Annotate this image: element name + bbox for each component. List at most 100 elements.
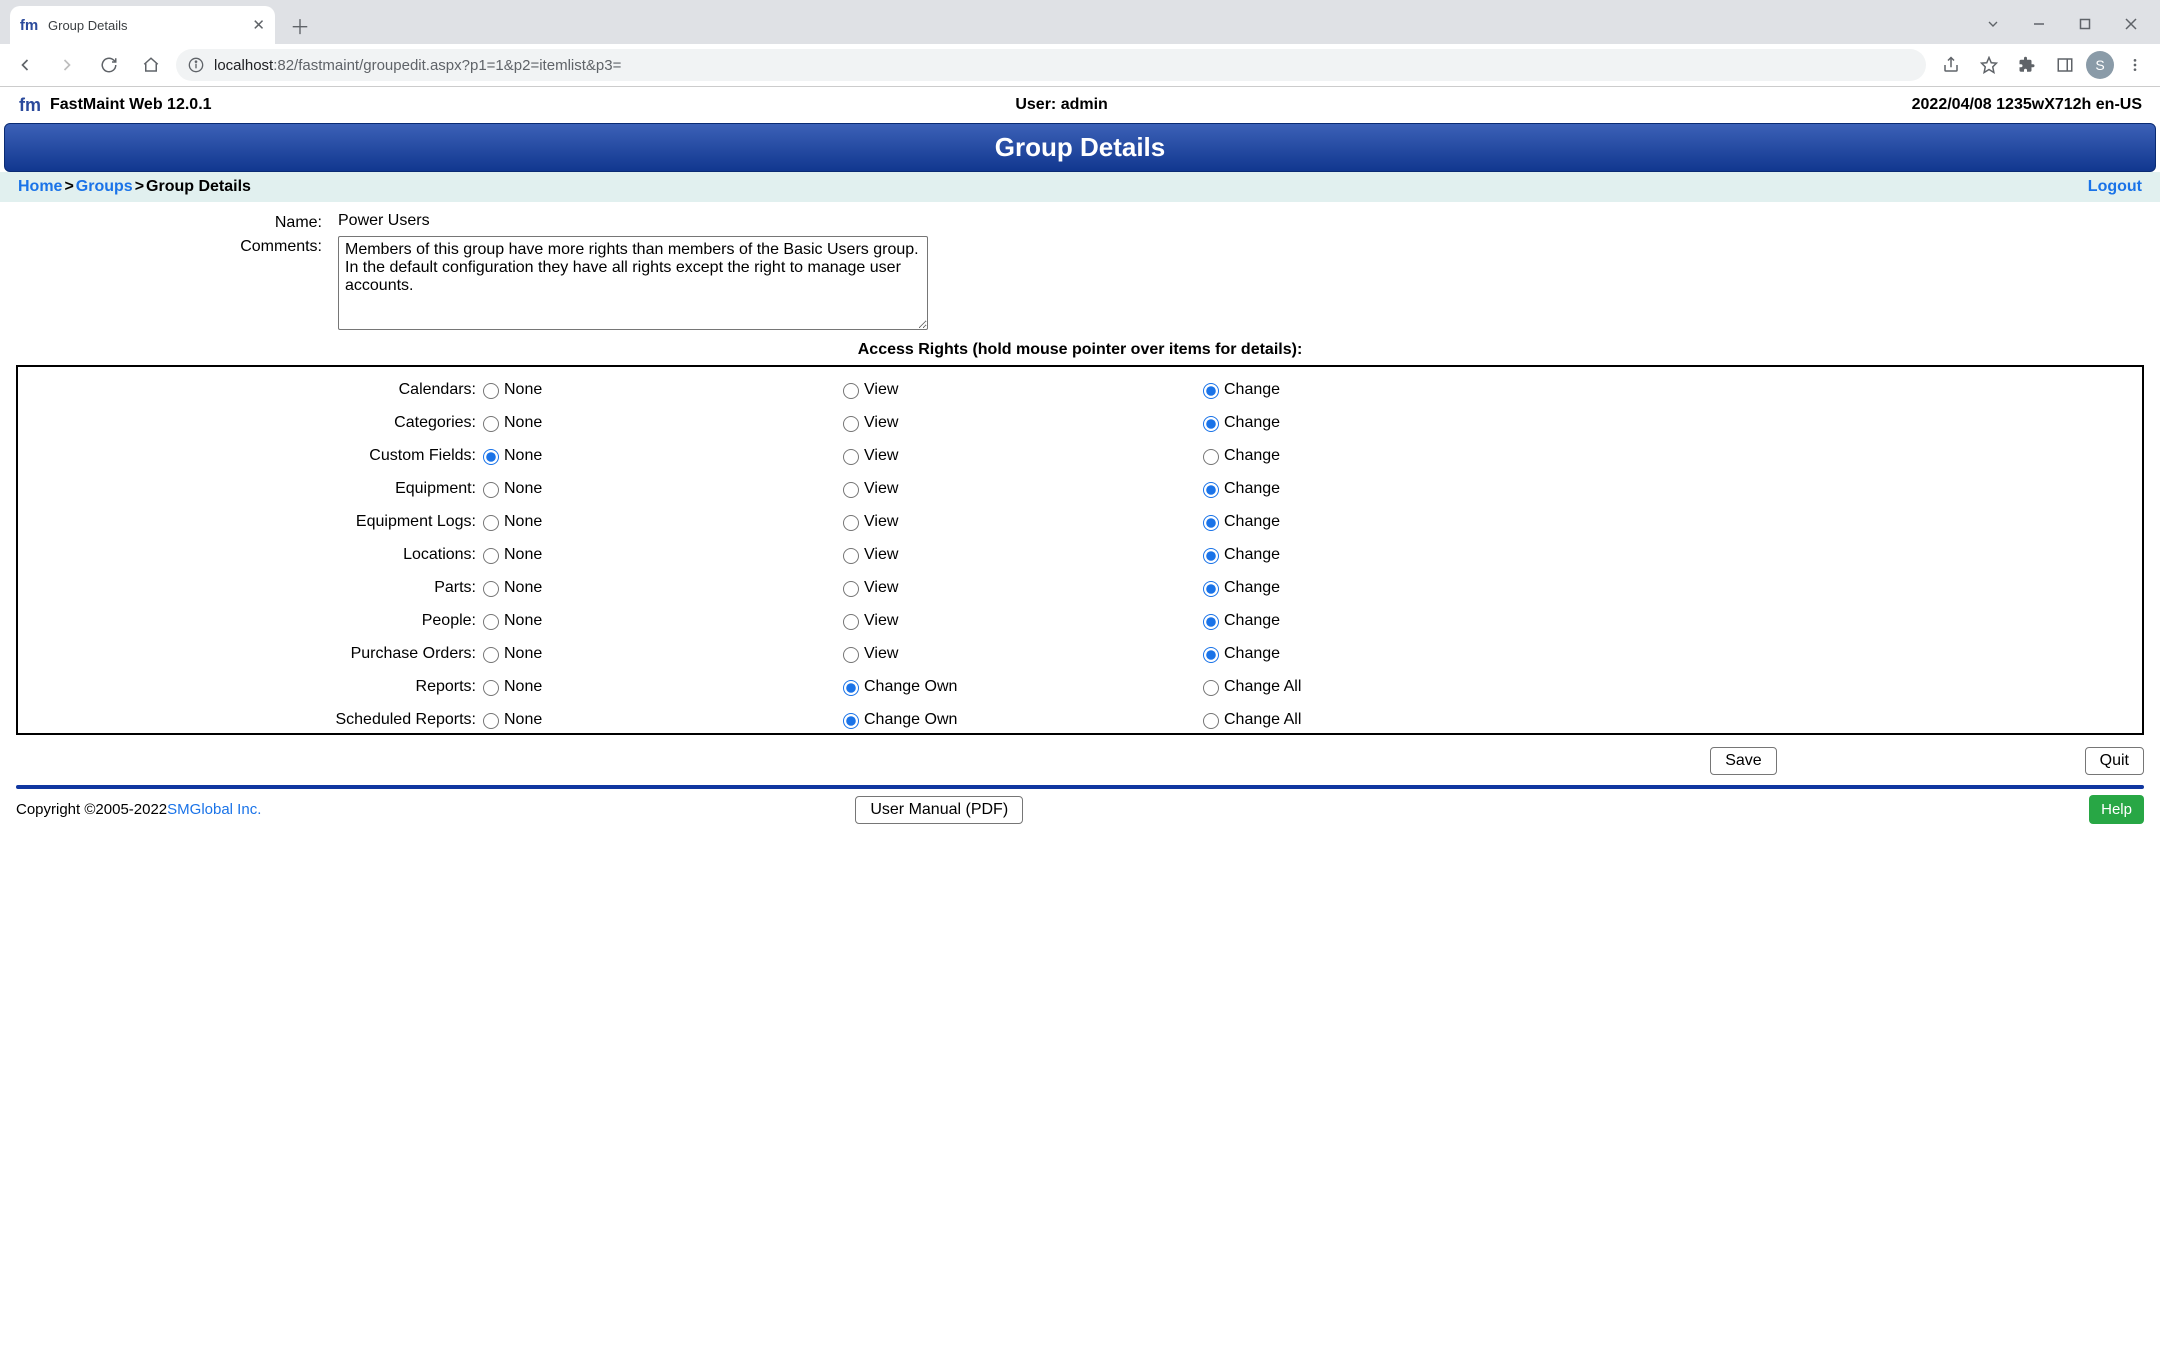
rights-radio[interactable]: [1203, 614, 1219, 630]
rights-option[interactable]: None: [478, 710, 838, 729]
rights-option[interactable]: None: [478, 380, 838, 399]
crumb-home[interactable]: Home: [18, 178, 62, 196]
rights-radio[interactable]: [843, 680, 859, 696]
rights-radio[interactable]: [843, 548, 859, 564]
rights-radio[interactable]: [483, 680, 499, 696]
rights-option[interactable]: View: [838, 380, 1198, 399]
rights-option[interactable]: View: [838, 413, 1198, 432]
rights-option[interactable]: View: [838, 578, 1198, 597]
close-tab-icon[interactable]: ✕: [252, 16, 265, 34]
rights-option[interactable]: Change All: [1198, 710, 2134, 729]
rights-radio[interactable]: [843, 449, 859, 465]
rights-option[interactable]: Change: [1198, 380, 2134, 399]
rights-radio[interactable]: [483, 482, 499, 498]
rights-radio[interactable]: [843, 614, 859, 630]
rights-option[interactable]: None: [478, 479, 838, 498]
rights-header: Access Rights (hold mouse pointer over i…: [18, 341, 2142, 359]
rights-option[interactable]: None: [478, 545, 838, 564]
rights-option[interactable]: Change Own: [838, 710, 1198, 729]
share-icon[interactable]: [1934, 48, 1968, 82]
rights-radio[interactable]: [483, 449, 499, 465]
rights-radio[interactable]: [843, 713, 859, 729]
reload-button[interactable]: [92, 48, 126, 82]
comments-input[interactable]: [338, 236, 928, 330]
rights-radio[interactable]: [1203, 383, 1219, 399]
rights-option[interactable]: Change All: [1198, 677, 2134, 696]
rights-radio[interactable]: [483, 383, 499, 399]
rights-radio[interactable]: [1203, 647, 1219, 663]
crumb-groups[interactable]: Groups: [76, 178, 133, 196]
back-button[interactable]: [8, 48, 42, 82]
rights-option[interactable]: Change: [1198, 545, 2134, 564]
user-manual-button[interactable]: User Manual (PDF): [855, 796, 1023, 824]
quit-button[interactable]: Quit: [2085, 747, 2144, 775]
rights-radio[interactable]: [483, 614, 499, 630]
rights-radio[interactable]: [843, 647, 859, 663]
rights-option[interactable]: View: [838, 644, 1198, 663]
rights-radio[interactable]: [483, 581, 499, 597]
site-info-icon[interactable]: [188, 57, 204, 73]
rights-option-label: Change: [1224, 645, 1280, 663]
rights-option[interactable]: Change: [1198, 611, 2134, 630]
rights-option[interactable]: None: [478, 578, 838, 597]
rights-radio[interactable]: [483, 713, 499, 729]
home-button[interactable]: [134, 48, 168, 82]
rights-option-label: View: [864, 513, 898, 531]
rights-radio[interactable]: [1203, 482, 1219, 498]
rights-option[interactable]: View: [838, 545, 1198, 564]
rights-option[interactable]: Change: [1198, 413, 2134, 432]
rights-option[interactable]: Change: [1198, 479, 2134, 498]
help-button[interactable]: Help: [2089, 795, 2144, 824]
minimize-icon[interactable]: [2016, 8, 2062, 40]
forward-button[interactable]: [50, 48, 84, 82]
rights-option[interactable]: Change Own: [838, 677, 1198, 696]
rights-option[interactable]: Change: [1198, 512, 2134, 531]
rights-option[interactable]: None: [478, 677, 838, 696]
rights-radio[interactable]: [843, 482, 859, 498]
close-window-icon[interactable]: [2108, 8, 2154, 40]
sidepanel-icon[interactable]: [2048, 48, 2082, 82]
browser-tab[interactable]: fm Group Details ✕: [10, 6, 275, 44]
rights-radio[interactable]: [1203, 680, 1219, 696]
rights-radio[interactable]: [843, 383, 859, 399]
extensions-icon[interactable]: [2010, 48, 2044, 82]
rights-radio[interactable]: [1203, 416, 1219, 432]
save-button[interactable]: Save: [1710, 747, 1776, 775]
logout-link[interactable]: Logout: [2088, 178, 2142, 196]
rights-radio[interactable]: [1203, 581, 1219, 597]
rights-option-label: None: [504, 546, 542, 564]
profile-avatar[interactable]: S: [2086, 51, 2114, 79]
rights-option[interactable]: Change: [1198, 644, 2134, 663]
rights-option[interactable]: View: [838, 446, 1198, 465]
rights-radio[interactable]: [1203, 449, 1219, 465]
rights-row: Scheduled Reports:NoneChange OwnChange A…: [18, 703, 2134, 735]
rights-option[interactable]: None: [478, 644, 838, 663]
rights-option[interactable]: None: [478, 446, 838, 465]
rights-radio[interactable]: [843, 581, 859, 597]
rights-radio[interactable]: [483, 416, 499, 432]
rights-option[interactable]: View: [838, 479, 1198, 498]
new-tab-button[interactable]: ＋: [285, 10, 315, 40]
rights-radio[interactable]: [843, 515, 859, 531]
rights-option[interactable]: Change: [1198, 578, 2134, 597]
rights-option[interactable]: View: [838, 611, 1198, 630]
bookmark-icon[interactable]: [1972, 48, 2006, 82]
rights-radio[interactable]: [483, 548, 499, 564]
maximize-icon[interactable]: [2062, 8, 2108, 40]
rights-option[interactable]: View: [838, 512, 1198, 531]
rights-radio[interactable]: [483, 515, 499, 531]
rights-radio[interactable]: [1203, 548, 1219, 564]
menu-icon[interactable]: [2118, 48, 2152, 82]
rights-option[interactable]: Change: [1198, 446, 2134, 465]
tab-search-icon[interactable]: [1970, 8, 2016, 40]
rights-option[interactable]: None: [478, 512, 838, 531]
company-link[interactable]: SMGlobal Inc.: [167, 801, 261, 818]
rights-radio[interactable]: [1203, 515, 1219, 531]
rights-panel[interactable]: Calendars:NoneViewChangeCategories:NoneV…: [16, 365, 2144, 735]
rights-radio[interactable]: [1203, 713, 1219, 729]
rights-option[interactable]: None: [478, 413, 838, 432]
url-field[interactable]: localhost:82/fastmaint/groupedit.aspx?p1…: [176, 49, 1926, 81]
rights-radio[interactable]: [483, 647, 499, 663]
rights-radio[interactable]: [843, 416, 859, 432]
rights-option[interactable]: None: [478, 611, 838, 630]
